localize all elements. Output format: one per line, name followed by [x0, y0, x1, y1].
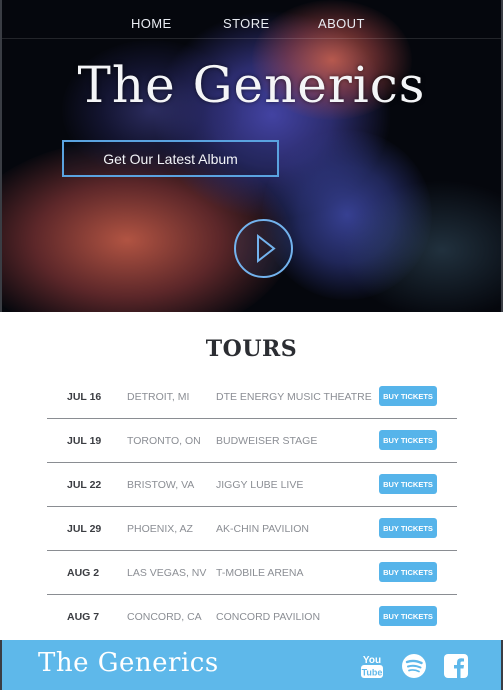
tour-row: JUL 16 DETROIT, MI DTE ENERGY MUSIC THEA… [47, 376, 457, 419]
tour-row: AUG 2 LAS VEGAS, NV T-MOBILE ARENA BUY T… [47, 552, 457, 595]
buy-tickets-button[interactable]: BUY TICKETS [379, 474, 437, 494]
nav-home[interactable]: HOME [131, 16, 172, 31]
tour-city: PHOENIX, AZ [127, 523, 193, 535]
tour-date: AUG 2 [67, 567, 100, 579]
tour-date: JUL 19 [67, 435, 102, 447]
facebook-icon[interactable] [443, 653, 469, 684]
tour-date: JUL 22 [67, 479, 102, 491]
tour-city: DETROIT, MI [127, 391, 190, 403]
tour-list: JUL 16 DETROIT, MI DTE ENERGY MUSIC THEA… [47, 376, 457, 639]
tour-venue: CONCORD PAVILION [216, 611, 321, 623]
tour-date: JUL 16 [67, 391, 102, 403]
tour-city: CONCORD, CA [127, 611, 202, 623]
spotify-icon[interactable] [401, 653, 427, 684]
footer: The Generics You Tube [0, 640, 503, 690]
tour-city: LAS VEGAS, NV [127, 567, 207, 579]
buy-tickets-button[interactable]: BUY TICKETS [379, 430, 437, 450]
footer-band-name: The Generics [38, 648, 219, 678]
tour-city: TORONTO, ON [127, 435, 201, 447]
tour-row: JUL 19 TORONTO, ON BUDWEISER STAGE BUY T… [47, 420, 457, 463]
tour-date: AUG 7 [67, 611, 100, 623]
get-latest-album-button[interactable]: Get Our Latest Album [62, 140, 279, 177]
tour-venue: BUDWEISER STAGE [216, 435, 318, 447]
tour-row: JUL 29 PHOENIX, AZ AK-CHIN PAVILION BUY … [47, 508, 457, 551]
buy-tickets-button[interactable]: BUY TICKETS [379, 562, 437, 582]
svg-text:Tube: Tube [362, 668, 383, 678]
play-icon [257, 233, 276, 264]
top-nav: HOME STORE ABOUT [2, 0, 501, 39]
tour-venue: DTE ENERGY MUSIC THEATRE [216, 391, 372, 403]
tours-heading: TOURS [205, 336, 298, 362]
hero-section: HOME STORE ABOUT The Generics Get Our La… [0, 0, 503, 312]
tour-venue: JIGGY LUBE LIVE [216, 479, 304, 491]
band-title: The Generics [77, 56, 426, 114]
tour-venue: T-MOBILE ARENA [216, 567, 304, 579]
svg-text:You: You [363, 655, 381, 666]
youtube-icon[interactable]: You Tube [360, 652, 384, 685]
tour-city: BRISTOW, VA [127, 479, 195, 491]
nav-store[interactable]: STORE [223, 16, 270, 31]
tour-row: JUL 22 BRISTOW, VA JIGGY LUBE LIVE BUY T… [47, 464, 457, 507]
nav-about[interactable]: ABOUT [318, 16, 365, 31]
tour-row: AUG 7 CONCORD, CA CONCORD PAVILION BUY T… [47, 596, 457, 638]
play-button[interactable] [234, 219, 293, 278]
buy-tickets-button[interactable]: BUY TICKETS [379, 518, 437, 538]
tour-date: JUL 29 [67, 523, 102, 535]
buy-tickets-button[interactable]: BUY TICKETS [379, 386, 437, 406]
buy-tickets-button[interactable]: BUY TICKETS [379, 606, 437, 626]
tour-venue: AK-CHIN PAVILION [216, 523, 309, 535]
